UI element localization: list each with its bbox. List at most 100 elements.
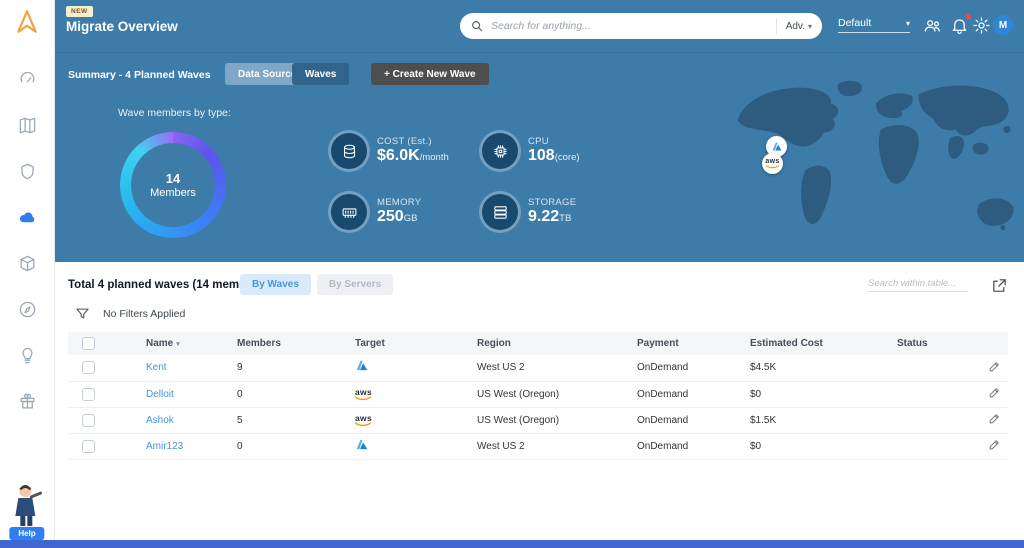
edit-pencil-icon[interactable] bbox=[988, 412, 1001, 425]
stat-cost: COST (Est.) $6.0K/month bbox=[331, 128, 482, 174]
map-pin-aws[interactable]: aws bbox=[762, 153, 783, 174]
column-name[interactable]: Name bbox=[146, 338, 173, 349]
map-icon bbox=[18, 116, 37, 135]
stat-label: COST (Est.) bbox=[377, 136, 449, 147]
storage-icon bbox=[482, 194, 518, 230]
waves-button[interactable]: Waves bbox=[292, 63, 349, 85]
stat-value: $6.0K bbox=[377, 147, 420, 164]
wave-members-donut-chart: 14 Members bbox=[120, 132, 226, 238]
azure-logo bbox=[771, 141, 783, 153]
help-label: Help bbox=[9, 527, 44, 540]
aws-logo: aws bbox=[765, 158, 779, 169]
advanced-search-toggle[interactable]: Adv. ▾ bbox=[776, 18, 812, 34]
help-character bbox=[10, 483, 44, 529]
stat-suffix: (core) bbox=[555, 152, 580, 163]
stat-label: CPU bbox=[528, 136, 580, 147]
export-button[interactable] bbox=[988, 274, 1010, 296]
sidebar-nav bbox=[0, 68, 54, 412]
cell-target: aws bbox=[355, 355, 477, 381]
waves-table-section: Total 4 planned waves (14 members) By Wa… bbox=[55, 262, 1024, 541]
sidebar: Help bbox=[0, 0, 55, 548]
page-title: Migrate Overview bbox=[66, 19, 178, 34]
stat-label: MEMORY bbox=[377, 197, 421, 208]
edit-pencil-icon[interactable] bbox=[988, 360, 1001, 373]
filter-status-label: No Filters Applied bbox=[103, 308, 185, 320]
donut-value: 14 bbox=[166, 171, 180, 186]
cell-members: 0 bbox=[237, 433, 355, 459]
stat-suffix: /month bbox=[420, 152, 449, 163]
sidebar-item-inventory[interactable] bbox=[16, 252, 38, 274]
tab-by-servers[interactable]: By Servers bbox=[317, 274, 393, 295]
tab-by-waves[interactable]: By Waves bbox=[240, 274, 311, 295]
advanced-label: Adv. bbox=[786, 21, 805, 32]
notification-badge bbox=[964, 13, 972, 21]
gift-icon bbox=[18, 392, 37, 411]
sidebar-item-security[interactable] bbox=[16, 160, 38, 182]
cell-region: West US 2 bbox=[477, 433, 637, 459]
table-row[interactable]: Ashok 5 aws US West (Oregon) OnDemand $1… bbox=[68, 407, 1008, 433]
users-group-button[interactable] bbox=[923, 16, 942, 35]
shield-icon bbox=[18, 162, 37, 181]
summary-label: Summary - 4 Planned Waves bbox=[68, 69, 211, 81]
row-checkbox[interactable] bbox=[82, 414, 95, 427]
sidebar-item-migrate[interactable] bbox=[16, 206, 38, 228]
wave-name-link[interactable]: Kent bbox=[146, 362, 167, 373]
edit-pencil-icon[interactable] bbox=[988, 386, 1001, 399]
column-actions bbox=[978, 332, 1008, 355]
row-checkbox[interactable] bbox=[82, 388, 95, 401]
donut-center: 14 Members bbox=[120, 132, 226, 238]
aws-logo: aws bbox=[355, 388, 372, 402]
summary-stats: COST (Est.) $6.0K/month CPU 108(core) bbox=[331, 128, 642, 235]
row-checkbox[interactable] bbox=[82, 440, 95, 453]
filter-funnel-icon[interactable] bbox=[75, 306, 90, 321]
cell-payment: OnDemand bbox=[637, 433, 750, 459]
cell-members: 5 bbox=[237, 407, 355, 433]
waves-table: Name▾ Members Target Region Payment Esti… bbox=[68, 332, 1008, 460]
row-checkbox[interactable] bbox=[82, 361, 95, 374]
chevron-down-icon: ▾ bbox=[808, 22, 812, 31]
table-search-input[interactable] bbox=[868, 276, 968, 292]
memory-icon bbox=[331, 194, 367, 230]
create-new-wave-button[interactable]: + Create New Wave bbox=[371, 63, 489, 85]
summary-hero: Summary - 4 Planned Waves Data Source Wa… bbox=[55, 52, 1024, 262]
cell-status bbox=[897, 433, 978, 459]
workspace-select[interactable]: Default ▾ bbox=[838, 17, 910, 33]
table-row[interactable]: Delloit 0 aws US West (Oregon) OnDemand … bbox=[68, 381, 1008, 407]
notifications-button[interactable] bbox=[950, 16, 969, 35]
cell-region: West US 2 bbox=[477, 355, 637, 381]
stat-value: 9.22 bbox=[528, 208, 559, 225]
stat-value: 250 bbox=[377, 208, 404, 225]
sidebar-item-rewards[interactable] bbox=[16, 390, 38, 412]
app-logo-icon[interactable] bbox=[14, 9, 40, 40]
sidebar-item-explore[interactable] bbox=[16, 298, 38, 320]
stat-storage: STORAGE 9.22TB bbox=[482, 189, 642, 235]
top-header: NEW Migrate Overview Adv. ▾ Default ▾ M bbox=[55, 0, 1024, 52]
table-row[interactable]: Amir123 0 aws West US 2 OnDemand $0 bbox=[68, 433, 1008, 459]
sidebar-item-dashboard[interactable] bbox=[16, 68, 38, 90]
user-avatar[interactable]: M bbox=[993, 15, 1013, 35]
select-all-checkbox[interactable] bbox=[82, 337, 95, 350]
sidebar-item-insights[interactable] bbox=[16, 344, 38, 366]
sidebar-item-discovery[interactable] bbox=[16, 114, 38, 136]
column-members: Members bbox=[237, 332, 355, 355]
stat-label: STORAGE bbox=[528, 197, 576, 208]
workspace-value: Default bbox=[838, 17, 871, 29]
search-input[interactable] bbox=[491, 20, 776, 32]
aws-logo: aws bbox=[355, 414, 372, 428]
search-icon bbox=[470, 19, 484, 33]
help-widget[interactable]: Help bbox=[9, 483, 44, 540]
package-icon bbox=[18, 254, 37, 273]
cell-target: aws bbox=[355, 381, 477, 407]
cell-cost: $0 bbox=[750, 433, 897, 459]
wave-name-link[interactable]: Ashok bbox=[146, 415, 174, 426]
chevron-down-icon: ▾ bbox=[906, 19, 910, 28]
bulb-icon bbox=[18, 346, 37, 365]
wave-name-link[interactable]: Amir123 bbox=[146, 441, 183, 452]
global-search: Adv. ▾ bbox=[460, 13, 822, 39]
cell-status bbox=[897, 407, 978, 433]
column-region: Region bbox=[477, 332, 637, 355]
wave-name-link[interactable]: Delloit bbox=[146, 389, 174, 400]
settings-button[interactable] bbox=[972, 16, 991, 35]
edit-pencil-icon[interactable] bbox=[988, 438, 1001, 451]
table-row[interactable]: Kent 9 aws West US 2 OnDemand $4.5K bbox=[68, 355, 1008, 381]
